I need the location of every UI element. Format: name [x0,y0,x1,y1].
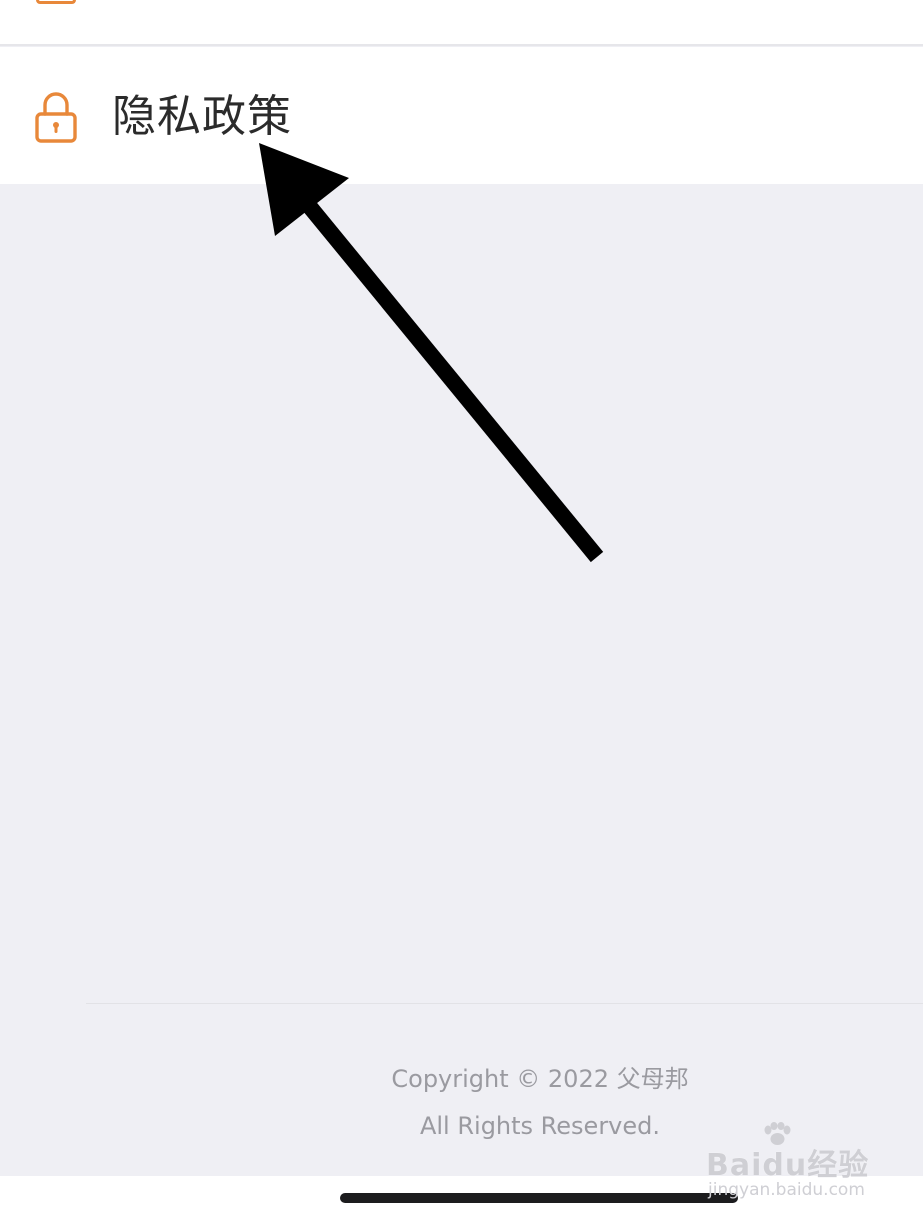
watermark-brand: Baidu经验 [706,1148,870,1183]
lock-icon [35,92,77,143]
home-indicator[interactable] [340,1193,738,1203]
privacy-policy-label: 隐私政策 [112,91,292,142]
watermark-url: jingyan.baidu.com [708,1180,865,1200]
footer-divider [86,1003,923,1004]
previous-settings-row[interactable] [0,0,923,46]
previous-row-icon [36,0,76,4]
baidu-jingyan-watermark: Baidu经验 jingyan.baidu.com [706,1122,896,1206]
copyright-text: Copyright © 2022 父母邦 [391,1065,689,1093]
privacy-policy-row[interactable]: 隐私政策 [0,47,923,184]
